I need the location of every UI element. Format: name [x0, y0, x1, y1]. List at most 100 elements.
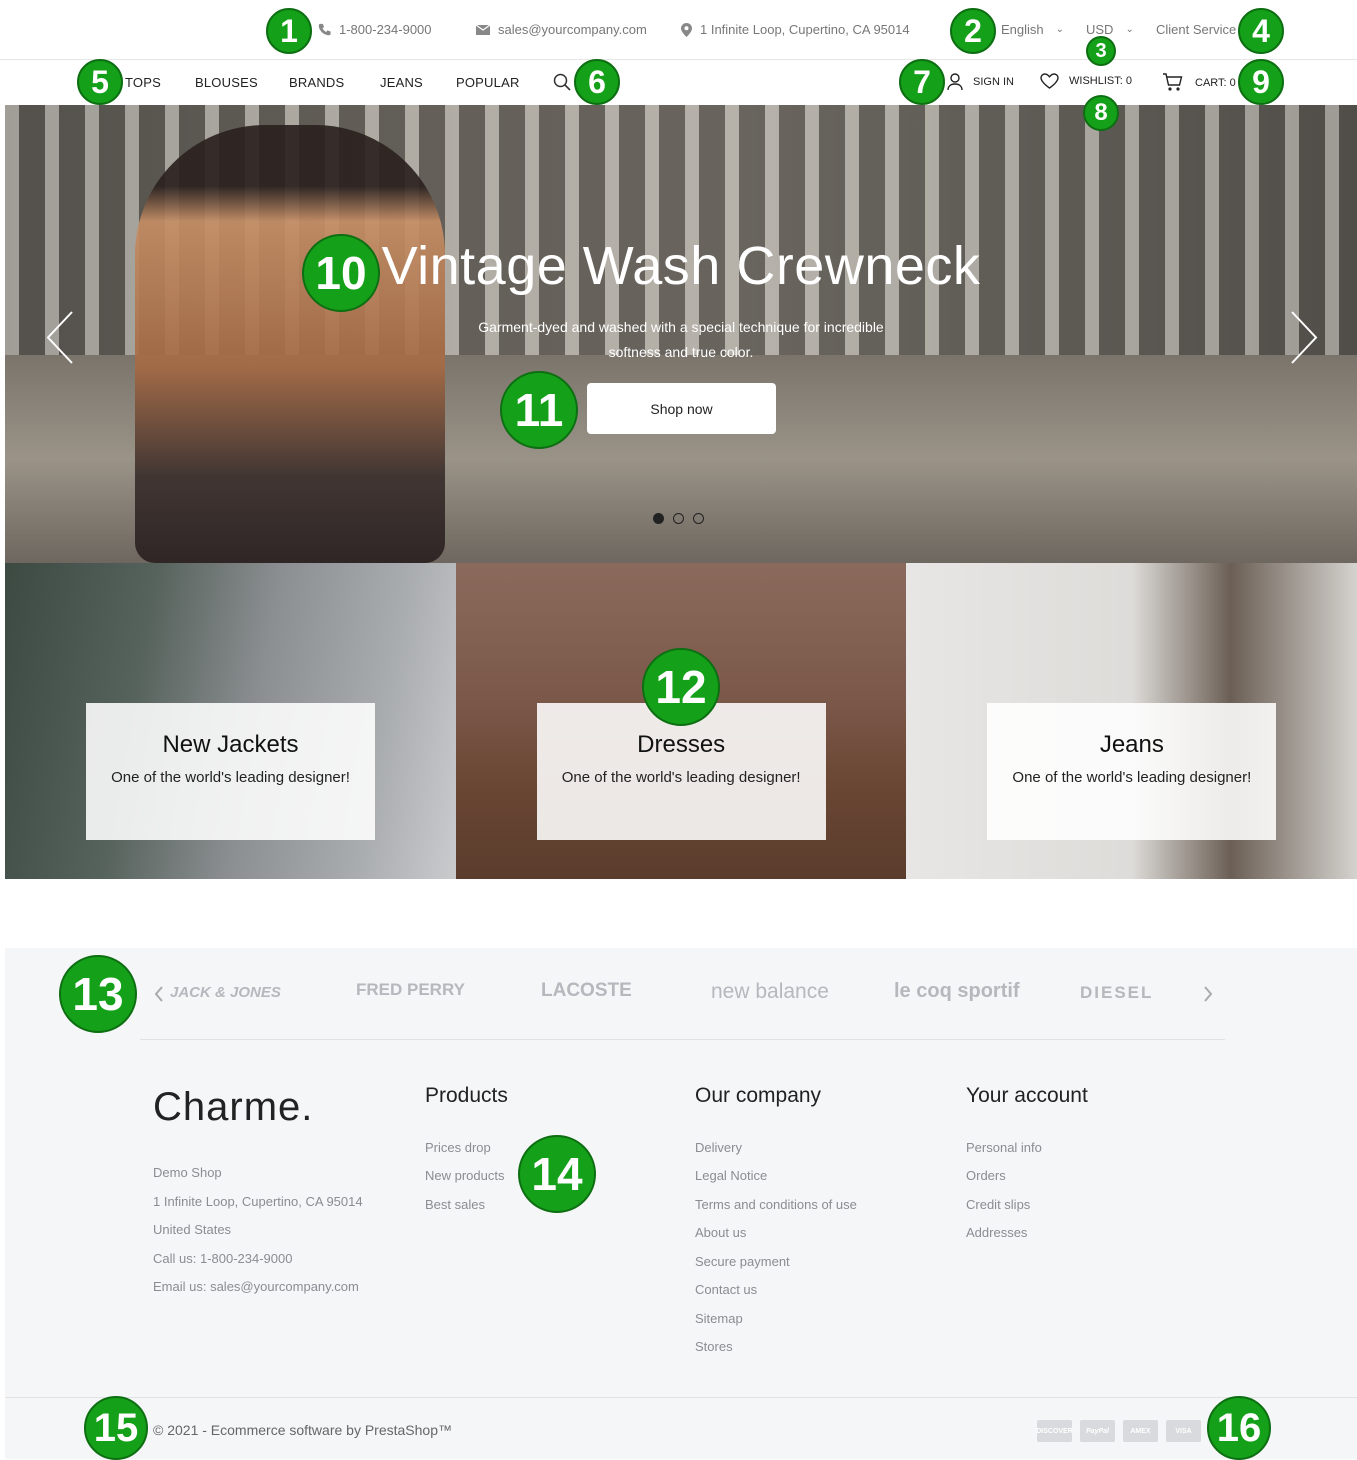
slider-next-arrow-icon[interactable] [1289, 310, 1319, 365]
banner-text: One of the world's leading designer! [1012, 769, 1252, 786]
footer-link[interactable]: Terms and conditions of use [695, 1197, 857, 1212]
store-name: Demo Shop [153, 1165, 222, 1180]
chevron-down-icon: ⌄ [1055, 24, 1065, 35]
footer-link[interactable]: Addresses [966, 1225, 1027, 1240]
top-bar: 1-800-234-9000 sales@yourcompany.com 1 I… [0, 0, 1357, 60]
footer-link[interactable]: Secure payment [695, 1254, 790, 1269]
main-navigation: TOPS BLOUSES BRANDS JEANS POPULAR SIGN I… [0, 60, 1357, 105]
client-service-link[interactable]: Client Service [1156, 22, 1236, 37]
location-pin-icon [681, 22, 692, 37]
hero-model-image [135, 125, 445, 563]
brands-next-arrow-icon[interactable] [1203, 986, 1213, 1002]
footer-products-title: Products [425, 1084, 508, 1107]
footer-link[interactable]: Orders [966, 1168, 1006, 1183]
footer-link[interactable]: Legal Notice [695, 1168, 767, 1183]
annotation-badge-5: 5 [77, 59, 123, 105]
store-email[interactable]: Email us: sales@yourcompany.com [153, 1279, 359, 1294]
nav-item-tops[interactable]: TOPS [125, 75, 161, 90]
phone-icon [318, 23, 331, 36]
email-address: sales@yourcompany.com [498, 22, 647, 37]
footer-bottom-bar: © 2021 - Ecommerce software by PrestaSho… [5, 1397, 1357, 1459]
annotation-badge-2: 2 [950, 8, 996, 54]
hero-slider: Vintage Wash Crewneck Garment-dyed and w… [5, 105, 1357, 563]
brand-logo-fred-perry[interactable]: FRED PERRY [356, 980, 465, 1000]
footer-link[interactable]: Sitemap [695, 1311, 743, 1326]
footer-logo: Charme. [153, 1085, 314, 1129]
footer-link[interactable]: Delivery [695, 1140, 742, 1155]
annotation-badge-12: 12 [642, 648, 720, 726]
slider-dot-2[interactable] [673, 513, 684, 524]
paypal-icon: PayPal [1080, 1420, 1115, 1442]
cart-link[interactable]: CART: 0 [1162, 73, 1236, 92]
footer-company-title: Our company [695, 1084, 822, 1107]
slider-dot-1[interactable] [653, 513, 664, 524]
chevron-down-icon: ⌄ [1125, 24, 1134, 35]
banner-card: Jeans One of the world's leading designe… [987, 703, 1277, 840]
envelope-icon [476, 24, 490, 35]
slider-dot-3[interactable] [693, 513, 704, 524]
annotation-badge-10: 10 [302, 234, 380, 312]
visa-card-icon: VISA [1166, 1420, 1201, 1442]
annotation-badge-4: 4 [1238, 8, 1284, 54]
annotation-badge-11: 11 [500, 371, 578, 449]
footer-link[interactable]: Contact us [695, 1282, 757, 1297]
brands-prev-arrow-icon[interactable] [154, 986, 164, 1002]
annotation-badge-7: 7 [899, 59, 945, 105]
amex-card-icon: AMEX [1123, 1420, 1158, 1442]
sign-in-link[interactable]: SIGN IN [947, 73, 1014, 90]
store-address: 1 Infinite Loop, Cupertino, CA 95014 [681, 22, 910, 37]
banner-title: Dresses [637, 731, 726, 758]
brand-logo-lacoste[interactable]: LACOSTE [541, 980, 632, 1002]
footer-link[interactable]: Personal info [966, 1140, 1042, 1155]
banner-text: One of the world's leading designer! [561, 769, 801, 786]
phone-contact[interactable]: 1-800-234-9000 [318, 22, 432, 37]
nav-item-popular[interactable]: POPULAR [456, 75, 520, 90]
nav-item-jeans[interactable]: JEANS [380, 75, 423, 90]
brand-logo-new-balance[interactable]: new balance [711, 980, 829, 1004]
annotation-badge-1: 1 [266, 8, 312, 54]
shop-now-button[interactable]: Shop now [587, 383, 776, 434]
footer: Charme. Demo Shop 1 Infinite Loop, Cuper… [5, 1040, 1357, 1397]
footer-link[interactable]: Best sales [425, 1197, 485, 1212]
footer-account-title: Your account [966, 1084, 1088, 1107]
currency-selector[interactable]: USD ⌄ [1086, 22, 1134, 37]
annotation-badge-16: 16 [1207, 1396, 1271, 1460]
nav-item-brands[interactable]: BRANDS [289, 75, 344, 90]
footer-link[interactable]: About us [695, 1225, 746, 1240]
heart-icon [1040, 73, 1059, 89]
store-phone: Call us: 1-800-234-9000 [153, 1251, 293, 1266]
brand-carousel: JACK & JONES FRED PERRY LACOSTE new bala… [5, 948, 1357, 1040]
annotation-badge-9: 9 [1238, 59, 1284, 105]
brand-logo-jack-jones[interactable]: JACK & JONES [170, 984, 281, 1001]
language-selector[interactable]: English ⌄ [1001, 22, 1064, 37]
brand-logo-le-coq-sportif[interactable]: le coq sportif [894, 980, 1020, 1003]
store-country: United States [153, 1222, 232, 1237]
annotation-badge-14: 14 [518, 1135, 596, 1213]
footer-link[interactable]: Prices drop [425, 1140, 491, 1155]
annotation-badge-13: 13 [59, 955, 137, 1033]
banner-new-jackets[interactable]: New Jackets One of the world's leading d… [5, 563, 456, 879]
phone-number: 1-800-234-9000 [339, 22, 432, 37]
footer-link[interactable]: Stores [695, 1339, 733, 1354]
email-contact[interactable]: sales@yourcompany.com [476, 22, 647, 37]
banner-card: New Jackets One of the world's leading d… [86, 703, 375, 840]
banner-jeans[interactable]: Jeans One of the world's leading designe… [906, 563, 1357, 879]
cart-icon [1163, 73, 1183, 91]
wishlist-link[interactable]: WISHLIST: 0 [1040, 73, 1132, 89]
brand-logo-diesel[interactable]: DIESEL [1080, 983, 1153, 1003]
hero-title: Vintage Wash Crewneck [381, 236, 981, 296]
nav-item-blouses[interactable]: BLOUSES [195, 75, 258, 90]
hero-subtitle: Garment-dyed and washed with a special t… [478, 319, 884, 360]
discover-card-icon: DISCOVER [1036, 1420, 1073, 1442]
user-icon [947, 73, 963, 90]
annotation-badge-3: 3 [1086, 36, 1116, 66]
footer-link[interactable]: New products [425, 1168, 504, 1183]
banner-title: New Jackets [162, 731, 299, 758]
annotation-badge-8: 8 [1083, 95, 1119, 131]
slider-pagination [653, 513, 704, 524]
slider-prev-arrow-icon[interactable] [45, 310, 75, 365]
search-icon[interactable] [553, 73, 571, 91]
copyright-text[interactable]: © 2021 - Ecommerce software by PrestaSho… [153, 1422, 452, 1438]
banner-text: One of the world's leading designer! [111, 769, 350, 786]
footer-link[interactable]: Credit slips [966, 1197, 1030, 1212]
